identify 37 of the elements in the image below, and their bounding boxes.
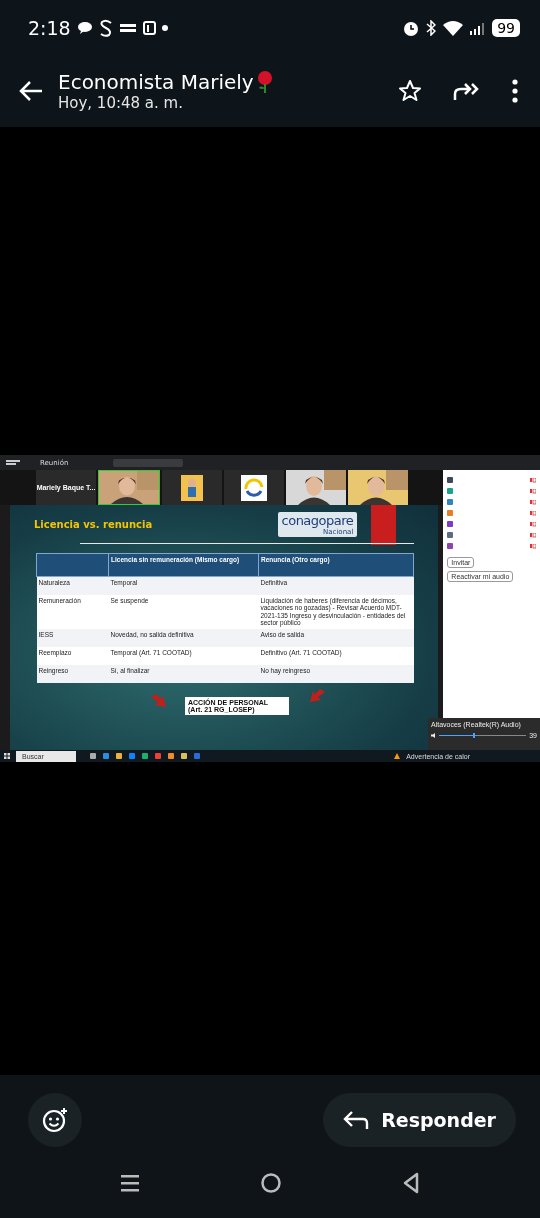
smiley-plus-icon [42,1107,68,1133]
logo-text: conagopare [281,512,354,528]
reply-arrow-icon [343,1110,370,1130]
mic-muted-icon [530,477,536,483]
message-timestamp: Hoy, 10:48 a. m. [58,94,184,112]
workplace-logo-icon [6,459,20,466]
arrow-icon [150,692,168,709]
back-icon[interactable] [402,1171,420,1194]
rose-icon [255,71,274,93]
mic-muted-icon [530,543,536,549]
slide-banner [371,505,397,545]
speaker-icon [431,733,436,738]
mic-muted-icon [530,532,536,538]
arrow-icon [308,687,326,704]
wifi-icon [442,19,465,36]
signal-icon [470,20,487,35]
more-options-icon[interactable] [512,79,518,103]
search-field[interactable] [113,458,184,467]
warning-icon [394,753,401,759]
dot-icon [161,24,168,31]
mic-muted-icon [530,488,536,494]
star-icon[interactable] [398,79,422,103]
home-icon[interactable] [260,1171,282,1194]
back-arrow-icon[interactable] [18,80,44,102]
chat-bubble-icon [76,20,93,35]
windows-start-icon[interactable] [4,753,10,759]
mic-muted-icon [530,499,536,505]
reply-button[interactable]: Responder [323,1093,516,1147]
mic-muted-icon [530,510,536,516]
clock-time: 2:18 [28,16,71,39]
contact-name: Economista Mariely [58,70,254,94]
bluetooth-icon [426,19,437,36]
battery-level: 99 [492,18,520,37]
slide-title: Licencia vs. renuncia [34,518,154,530]
s-app-icon [98,18,113,37]
mic-muted-icon [530,521,536,527]
recent-apps-icon[interactable] [120,1172,140,1193]
